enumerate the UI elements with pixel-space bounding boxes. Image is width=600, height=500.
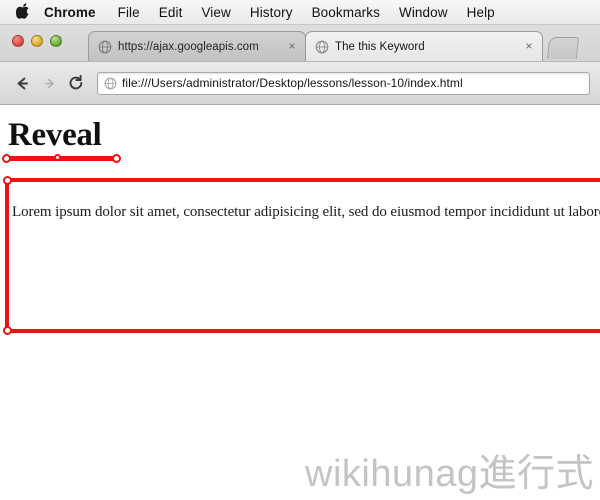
- tab-title: The this Keyword: [335, 40, 425, 53]
- screen: Chrome File Edit View History Bookmarks …: [0, 0, 600, 500]
- new-tab-button[interactable]: [546, 37, 580, 59]
- heading-selection-bar[interactable]: [2, 154, 121, 163]
- selection-handle-top-left[interactable]: [3, 176, 12, 185]
- page-paragraph: Lorem ipsum dolor sit amet, consectetur …: [12, 204, 600, 220]
- reload-button[interactable]: [64, 71, 88, 95]
- macos-menu-bar: Chrome File Edit View History Bookmarks …: [0, 0, 600, 25]
- reload-icon: [69, 74, 83, 90]
- menu-item-history[interactable]: History: [250, 5, 293, 20]
- selection-handle-bottom-left[interactable]: [3, 326, 12, 335]
- maximize-window-button[interactable]: [50, 35, 62, 47]
- selection-handle-left[interactable]: [2, 154, 11, 163]
- globe-icon: [98, 40, 112, 53]
- back-arrow-icon: [17, 77, 28, 89]
- browser-tab-ajax-googleapis[interactable]: https://ajax.googleapis.com ×: [88, 31, 306, 61]
- selection-handle-middle[interactable]: [54, 154, 61, 161]
- menu-item-help[interactable]: Help: [467, 5, 495, 20]
- browser-window: https://ajax.googleapis.com × The this K…: [0, 25, 600, 105]
- menu-item-file[interactable]: File: [118, 5, 140, 20]
- close-icon[interactable]: ×: [285, 39, 299, 54]
- tab-strip: https://ajax.googleapis.com × The this K…: [0, 25, 600, 61]
- globe-icon: [315, 40, 329, 53]
- menu-item-chrome[interactable]: Chrome: [44, 5, 96, 20]
- address-bar[interactable]: file:///Users/administrator/Desktop/less…: [97, 71, 590, 95]
- minimize-window-button[interactable]: [31, 35, 43, 47]
- forward-button[interactable]: [37, 71, 61, 95]
- address-bar-url: file:///Users/administrator/Desktop/less…: [122, 76, 463, 90]
- menu-item-edit[interactable]: Edit: [159, 5, 183, 20]
- menu-item-view[interactable]: View: [201, 5, 230, 20]
- tab-title: https://ajax.googleapis.com: [118, 40, 259, 53]
- heading-container: Reveal: [2, 117, 121, 163]
- menu-item-bookmarks[interactable]: Bookmarks: [312, 5, 380, 20]
- menu-item-window[interactable]: Window: [399, 5, 448, 20]
- page-content: Reveal Lorem ipsum dolor sit amet, conse…: [0, 106, 600, 500]
- browser-tab-this-keyword[interactable]: The this Keyword ×: [305, 31, 543, 61]
- paragraph-selection-box[interactable]: [3, 176, 600, 335]
- back-button[interactable]: [10, 71, 34, 95]
- page-title: Reveal: [8, 117, 102, 153]
- watermark: wikihunag進行式: [305, 453, 594, 495]
- window-controls: [12, 35, 62, 47]
- forward-arrow-icon: [44, 78, 54, 88]
- close-window-button[interactable]: [12, 35, 24, 47]
- apple-logo-icon[interactable]: [16, 3, 30, 19]
- close-icon[interactable]: ×: [522, 39, 536, 54]
- selection-handle-right[interactable]: [112, 154, 121, 163]
- globe-icon: [104, 77, 117, 89]
- browser-toolbar: file:///Users/administrator/Desktop/less…: [0, 61, 600, 104]
